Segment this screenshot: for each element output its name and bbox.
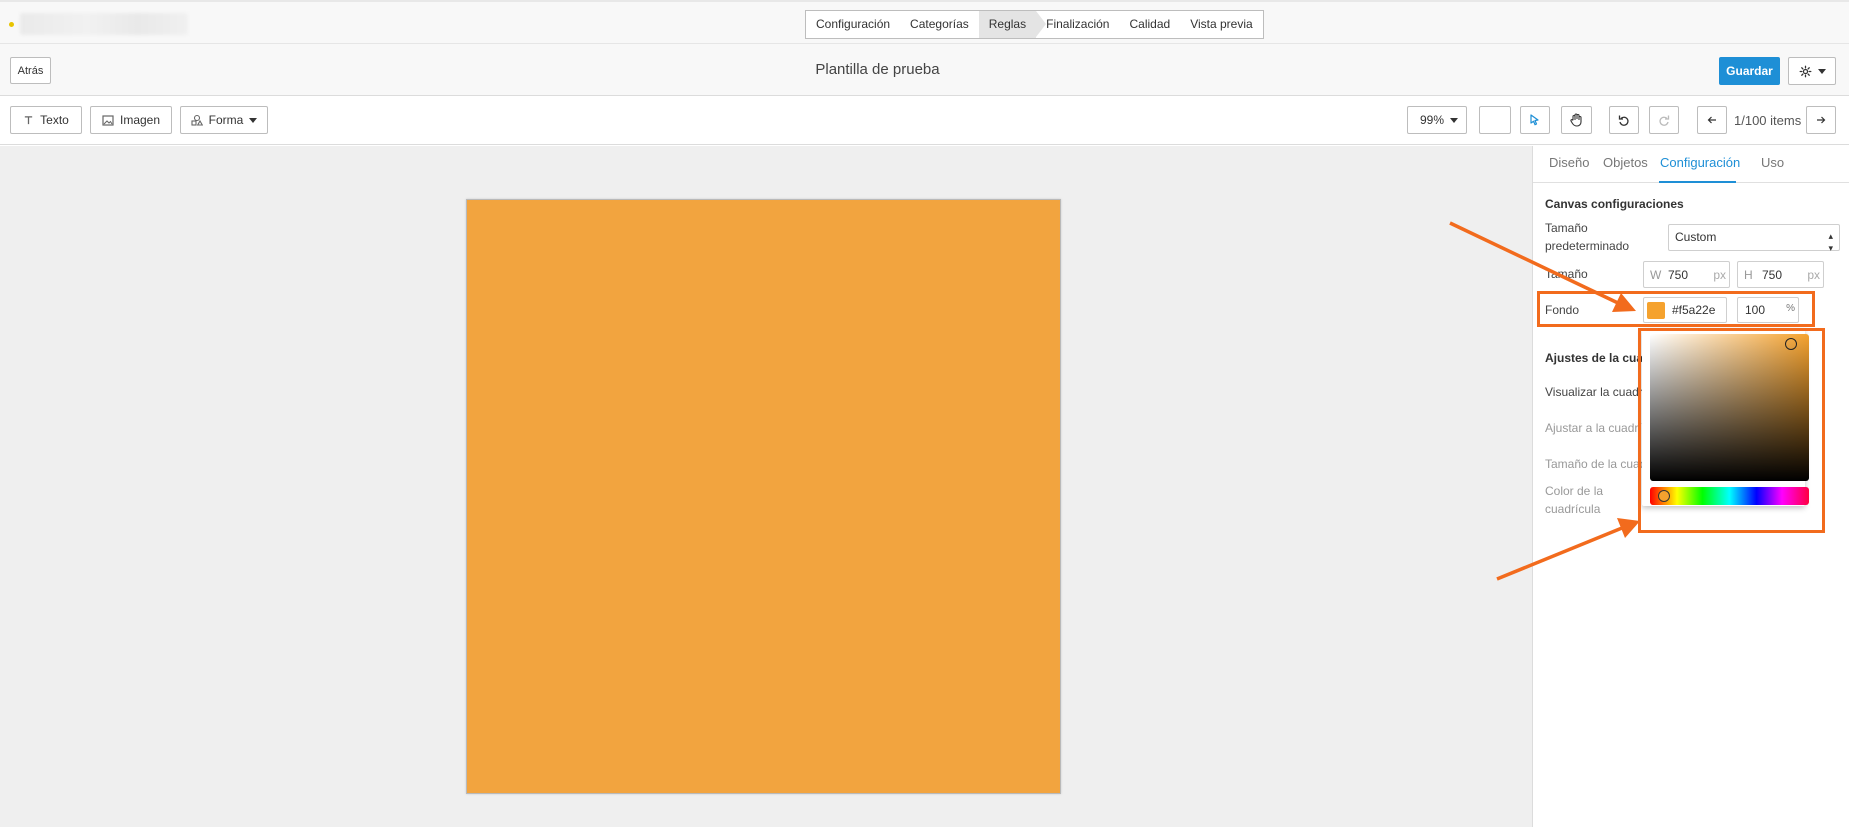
toolbar-blank-button[interactable]	[1479, 106, 1511, 134]
add-shape-dropdown[interactable]: Forma	[180, 106, 268, 134]
hue-slider[interactable]	[1650, 487, 1809, 505]
editor-toolbar: Texto Imagen Forma 99% 1/100 items	[0, 97, 1849, 145]
height-prefix: H	[1744, 268, 1753, 282]
saturation-value-area[interactable]	[1650, 334, 1809, 481]
save-button[interactable]: Guardar	[1719, 57, 1780, 85]
pan-tool-button[interactable]	[1561, 106, 1592, 134]
canvas-workspace[interactable]	[0, 146, 1532, 827]
tab-usage[interactable]: Uso	[1761, 155, 1784, 170]
height-field[interactable]: H 750 px	[1737, 261, 1824, 288]
settings-dropdown-button[interactable]	[1788, 57, 1836, 85]
project-name-blurred	[20, 13, 188, 35]
add-image-button[interactable]: Imagen	[90, 106, 172, 134]
shapes-icon	[191, 114, 203, 126]
chevron-down-icon	[249, 117, 258, 123]
default-size-label: Tamaño predeterminado	[1545, 221, 1630, 253]
page-title: Plantilla de prueba	[815, 61, 940, 78]
default-size-value: Custom	[1675, 230, 1717, 244]
gear-icon	[1799, 65, 1811, 77]
zoom-dropdown[interactable]: 99%	[1407, 106, 1467, 134]
size-label: Tamaño	[1545, 267, 1588, 281]
next-item-button[interactable]	[1806, 106, 1836, 134]
undo-button[interactable]	[1609, 106, 1639, 134]
workflow-step-vista-previa[interactable]: Vista previa	[1180, 11, 1262, 38]
select-tool-button[interactable]	[1520, 106, 1550, 134]
title-bar: Atrás Plantilla de prueba Guardar	[0, 44, 1849, 96]
arrow-right-icon	[1817, 116, 1826, 124]
tab-objects[interactable]: Objetos	[1603, 155, 1648, 170]
undo-icon	[1618, 115, 1629, 126]
zoom-value: 99%	[1420, 113, 1445, 127]
width-value: 750	[1668, 268, 1689, 282]
design-canvas[interactable]	[466, 199, 1061, 794]
color-picker-popover	[1642, 329, 1809, 506]
chevron-down-icon	[1450, 117, 1459, 123]
grid-color-label: Color de la cuadrícula	[1545, 484, 1604, 516]
background-opacity-field[interactable]: 100 %	[1737, 297, 1799, 323]
top-navigation-bar: Configuración Categorías Reglas Finalizació…	[0, 0, 1849, 44]
workflow-step-categor-as[interactable]: Categorías	[900, 11, 979, 38]
workflow-step-calidad[interactable]: Calidad	[1119, 11, 1180, 38]
image-icon	[102, 114, 114, 126]
tab-design[interactable]: Diseño	[1549, 155, 1589, 170]
chevron-down-icon	[1817, 68, 1826, 74]
add-text-button[interactable]: Texto	[10, 106, 82, 134]
saturation-handle[interactable]	[1785, 338, 1797, 350]
background-color-hex: #f5a22e	[1672, 303, 1716, 317]
redo-icon	[1659, 115, 1670, 126]
add-shape-label: Forma	[208, 113, 244, 127]
width-prefix: W	[1650, 268, 1662, 282]
properties-panel: Diseño Objetos Configuración Uso Canvas …	[1532, 146, 1849, 827]
background-color-field[interactable]: #f5a22e	[1643, 297, 1727, 323]
background-opacity-unit: %	[1786, 303, 1795, 314]
workflow-step-finalizaci-n[interactable]: Finalización	[1036, 11, 1119, 38]
add-image-label: Imagen	[119, 113, 161, 127]
workflow-step-configuraci-n[interactable]: Configuración	[806, 11, 900, 38]
canvas-settings-heading: Canvas configuraciones	[1545, 197, 1684, 211]
background-label: Fondo	[1545, 303, 1580, 317]
height-unit: px	[1807, 268, 1820, 282]
width-unit: px	[1713, 268, 1726, 282]
width-field[interactable]: W 750 px	[1643, 261, 1730, 288]
background-color-swatch[interactable]	[1647, 302, 1665, 319]
status-dot	[9, 22, 14, 27]
item-counter: 1/100 items	[1734, 113, 1802, 128]
cursor-arrow-icon	[1530, 114, 1539, 126]
redo-button[interactable]	[1649, 106, 1679, 134]
workflow-steps: Configuración Categorías Reglas Finalizació…	[805, 10, 1264, 39]
panel-tabs: Diseño Objetos Configuración Uso	[1533, 146, 1849, 183]
hand-icon	[1570, 113, 1582, 127]
workflow-step-reglas[interactable]: Reglas	[978, 11, 1047, 38]
active-tab-indicator	[1659, 181, 1736, 183]
arrow-left-icon	[1707, 116, 1716, 124]
tab-configuration[interactable]: Configuración	[1660, 155, 1740, 170]
height-value: 750	[1762, 268, 1783, 282]
previous-item-button[interactable]	[1697, 106, 1727, 134]
text-icon	[24, 115, 33, 124]
add-text-label: Texto	[40, 113, 69, 127]
default-size-select[interactable]: Custom ▴ ▾	[1668, 224, 1840, 253]
background-opacity-value: 100	[1745, 303, 1766, 317]
hue-handle[interactable]	[1658, 490, 1670, 502]
select-arrows-icon: ▴ ▾	[1828, 231, 1833, 253]
